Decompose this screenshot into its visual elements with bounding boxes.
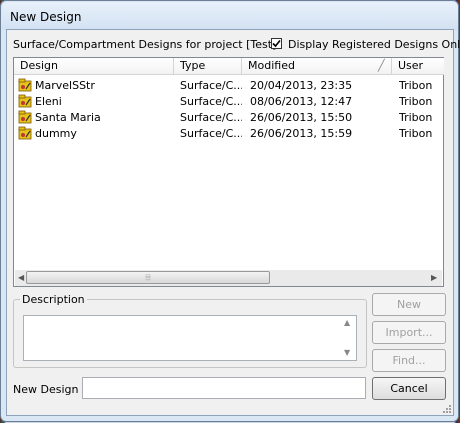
import-button[interactable]: Import... <box>372 321 446 344</box>
cell-user: Tribon <box>399 79 433 92</box>
list-item[interactable]: Eleni Surface/C... 08/06/2013, 12:47 Tribon <box>15 93 442 110</box>
cancel-button[interactable]: Cancel <box>372 377 446 400</box>
cell-design: Eleni <box>35 95 62 108</box>
horizontal-scrollbar[interactable]: ◀ ⦙⦙⦙ ▶ <box>15 270 442 286</box>
resize-grip-icon[interactable] <box>440 404 452 416</box>
cell-type: Surface/C... <box>180 79 242 92</box>
cell-design: Santa Maria <box>35 111 101 124</box>
new-design-input[interactable] <box>82 377 366 399</box>
cell-modified: 26/06/2013, 15:59 <box>250 127 353 140</box>
list-item[interactable]: MarvelSStr Surface/C... 20/04/2013, 23:35 T… <box>15 77 442 94</box>
scroll-up-icon[interactable]: ▲ <box>344 318 350 327</box>
project-label: Surface/Compartment Designs for project … <box>13 38 277 51</box>
scroll-thumb[interactable]: ⦙⦙⦙ <box>26 271 270 284</box>
registered-only-label[interactable]: Display Registered Designs Only <box>288 38 460 51</box>
list-item[interactable]: Santa Maria Surface/C... 26/06/2013, 15:50… <box>15 109 442 126</box>
cell-modified: 08/06/2013, 12:47 <box>250 95 353 108</box>
registered-only-checkbox[interactable] <box>271 38 282 49</box>
column-header-user[interactable]: User <box>392 58 444 75</box>
cell-user: Tribon <box>399 111 433 124</box>
list-item[interactable]: dummy Surface/C... 26/06/2013, 15:59 Tribon <box>15 125 442 142</box>
description-textarea[interactable] <box>23 315 357 361</box>
window-title: New Design <box>10 10 82 24</box>
design-folder-icon <box>18 78 32 92</box>
new-button[interactable]: New <box>372 293 446 316</box>
column-header-design[interactable]: Design <box>14 58 174 75</box>
design-folder-icon <box>18 110 32 124</box>
column-header-type[interactable]: Type <box>174 58 242 75</box>
design-folder-icon <box>18 126 32 140</box>
designs-list[interactable]: Design Type Modified ╱ User MarvelSStr Su… <box>13 57 444 287</box>
column-header-modified[interactable]: Modified ╱ <box>242 58 392 75</box>
description-label: Description <box>20 293 87 306</box>
cell-type: Surface/C... <box>180 127 242 140</box>
cell-user: Tribon <box>399 127 433 140</box>
cell-modified: 20/04/2013, 23:35 <box>250 79 353 92</box>
scroll-left-icon[interactable]: ◀ <box>18 273 24 282</box>
design-folder-icon <box>18 94 32 108</box>
scroll-down-icon[interactable]: ▼ <box>344 348 350 357</box>
cell-modified: 26/06/2013, 15:50 <box>250 111 353 124</box>
checkmark-icon <box>272 39 281 48</box>
cell-user: Tribon <box>399 95 433 108</box>
cell-type: Surface/C... <box>180 111 242 124</box>
description-scrollbar[interactable]: ▲ ▼ <box>340 316 356 360</box>
find-button[interactable]: Find... <box>372 349 446 372</box>
new-design-label: New Design <box>13 383 79 396</box>
cell-design: dummy <box>35 127 77 140</box>
scroll-right-icon[interactable]: ▶ <box>431 273 437 282</box>
title-bar[interactable]: New Design <box>2 2 458 30</box>
sort-indicator-icon: ╱ <box>378 59 385 72</box>
cell-type: Surface/C... <box>180 95 242 108</box>
cell-design: MarvelSStr <box>35 79 95 92</box>
